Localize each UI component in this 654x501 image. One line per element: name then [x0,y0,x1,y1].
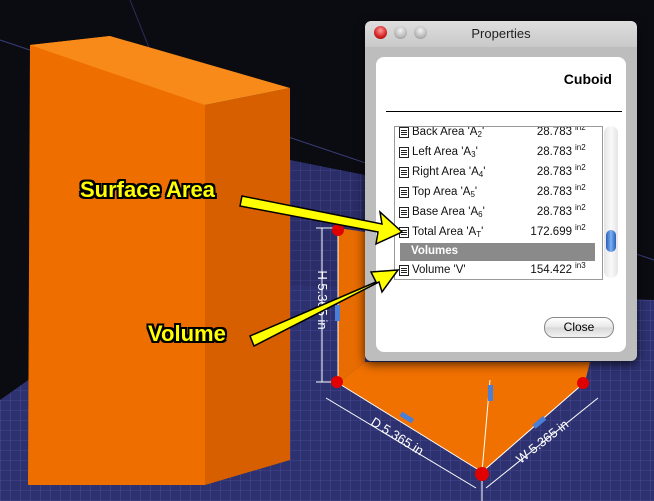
volume-callout: Volume [148,321,226,346]
property-icon [399,207,409,218]
property-unit: in2 [575,223,586,232]
property-label: Right Area 'A4' [412,166,486,179]
list-item[interactable]: Volume 'V' 154.422 in3 [395,261,602,279]
object-name: Cuboid [563,71,612,87]
property-icon [399,167,409,178]
list-item[interactable]: Base Area 'A6' 28.783 in2 [395,203,602,223]
volumes-section-header: Volumes [400,243,595,261]
properties-panel: Cuboid Back Area 'A2' 28.783 in2 Left Ar… [376,57,626,352]
properties-window: Properties Cuboid Back Area 'A2' 28.783 … [365,21,637,361]
list-item[interactable]: Left Area 'A3' 28.783 in2 [395,143,602,163]
property-label: Left Area 'A3' [412,146,478,159]
property-unit: in2 [575,203,586,212]
properties-list[interactable]: Back Area 'A2' 28.783 in2 Left Area 'A3'… [394,126,603,280]
property-value: 28.783 [536,146,572,158]
list-item[interactable]: Total Area 'AT' 172.699 in2 [395,223,602,243]
property-unit: in2 [575,183,586,192]
cuboid-front-face[interactable] [338,228,365,383]
property-icon [399,187,409,198]
window-title: Properties [471,26,531,41]
property-value: 154.422 [530,264,572,276]
vertex-handle[interactable] [475,467,489,481]
property-value: 28.783 [536,126,572,138]
list-item[interactable]: Right Area 'A4' 28.783 in2 [395,163,602,183]
window-titlebar[interactable]: Properties [365,21,637,45]
property-unit: in3 [575,261,586,270]
surface-area-callout: Surface Area [80,177,215,202]
property-value: 28.783 [536,166,572,178]
property-unit: in2 [575,163,586,172]
property-icon [399,265,409,276]
property-label: Volume 'V' [412,264,466,276]
property-unit: in2 [575,126,586,132]
vertex-handle[interactable] [331,376,343,388]
slab-front-face[interactable] [28,36,205,485]
property-value: 172.699 [530,226,572,238]
slab-side-face[interactable] [205,88,290,485]
edge-handle[interactable] [488,385,493,401]
property-unit: in2 [575,143,586,152]
vertex-handle[interactable] [332,224,344,236]
property-icon [399,147,409,158]
separator [386,111,622,112]
edge-handle[interactable] [335,305,340,321]
list-scrollbar[interactable] [604,126,618,278]
property-value: 28.783 [536,186,572,198]
list-item[interactable]: Back Area 'A2' 28.783 in2 [395,126,602,143]
property-icon [399,127,409,138]
list-item[interactable]: Top Area 'A5' 28.783 in2 [395,183,602,203]
height-dimension-label: H 5.365 in [315,270,330,329]
property-label: Top Area 'A5' [412,186,478,199]
property-label: Back Area 'A2' [412,126,485,139]
scrollbar-thumb[interactable] [606,230,616,252]
close-button[interactable]: Close [544,317,614,338]
property-label: Base Area 'A6' [412,206,485,219]
property-value: 28.783 [536,206,572,218]
vertex-handle[interactable] [577,377,589,389]
property-label: Total Area 'AT' [412,226,484,239]
property-icon [399,227,409,238]
